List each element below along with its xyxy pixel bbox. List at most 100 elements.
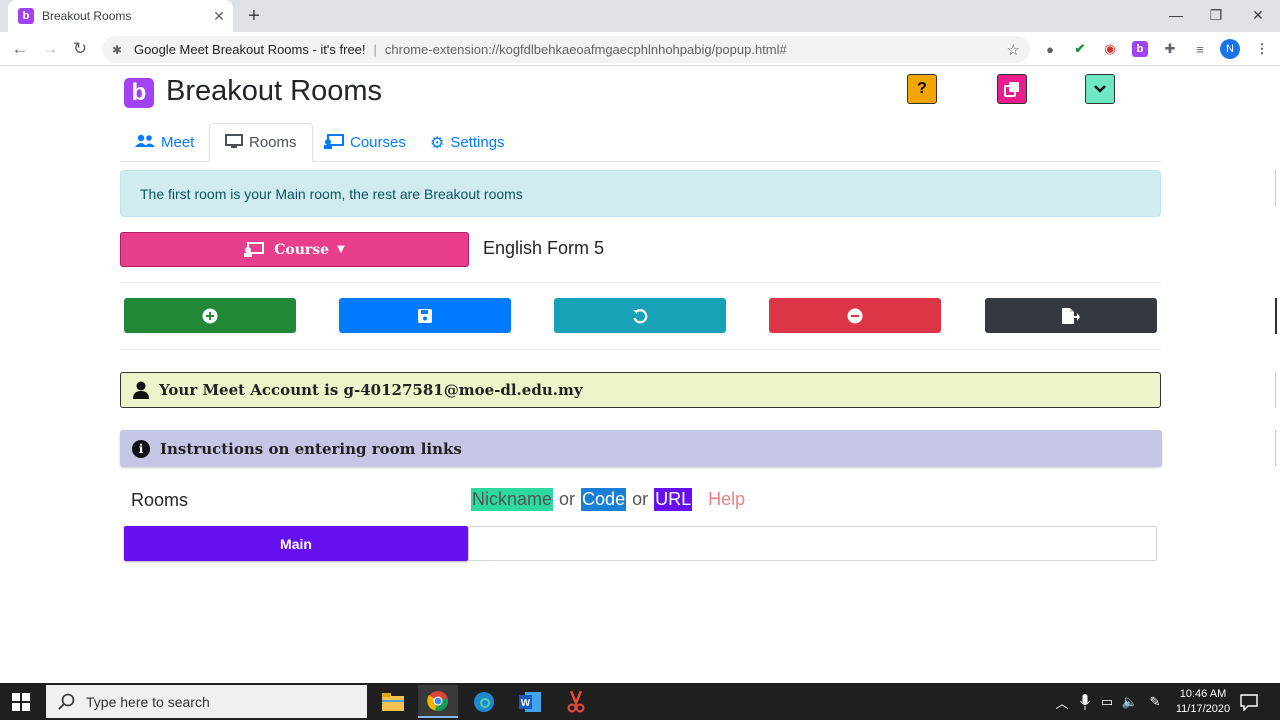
extension-popup: b Breakout Rooms ? Meet Rooms Courses ⚙ … — [0, 66, 1280, 683]
search-placeholder: Type here to search — [86, 693, 210, 710]
help-button[interactable]: ? — [907, 74, 937, 104]
chevron-down-icon — [1094, 85, 1106, 93]
svg-text:W: W — [521, 698, 531, 709]
chrome-menu-icon[interactable]: ⋮ — [1253, 40, 1271, 58]
help-link[interactable]: Help — [708, 489, 745, 510]
nickname-chip: Nickname — [471, 488, 554, 511]
search-icon — [58, 693, 75, 710]
address-bar[interactable]: ✱ Google Meet Breakout Rooms - it's free… — [102, 36, 1030, 63]
or-text: or — [632, 489, 649, 509]
instructions-text: Instructions on entering room links — [160, 439, 462, 458]
gear-icon: ⚙ — [430, 134, 445, 152]
clock-time: 10:46 AM — [1179, 688, 1227, 700]
main-room-button[interactable]: Main — [124, 526, 468, 561]
new-tab-button[interactable]: + — [243, 5, 265, 27]
forward-icon[interactable]: → — [39, 38, 61, 60]
info-alert: The first room is your Main room, the re… — [120, 170, 1161, 217]
account-text: Your Meet Account is g-40127581@moe-dl.e… — [159, 381, 583, 399]
rooms-label: Rooms — [131, 490, 189, 510]
file-explorer-icon[interactable] — [373, 685, 413, 718]
tab-label: Meet — [161, 134, 195, 151]
volume-icon[interactable]: 🔈 — [1121, 693, 1139, 711]
main-room-label: Main — [280, 535, 312, 552]
selected-course: English Form 5 — [483, 238, 605, 258]
restore-icon[interactable]: ❐ — [1196, 4, 1236, 26]
chalkboard-teacher-icon — [244, 242, 265, 257]
plus-circle-icon — [202, 308, 218, 323]
extensions-puzzle-icon[interactable]: ✚ — [1161, 40, 1179, 58]
chrome-taskbar-icon[interactable] — [418, 685, 458, 718]
checkmark-extension-icon[interactable]: ✔ — [1071, 40, 1089, 58]
save-button[interactable] — [339, 298, 511, 333]
minus-circle-icon — [847, 308, 863, 323]
caret-down-icon: ▼ — [337, 244, 345, 255]
pen-icon[interactable]: ✎ — [1146, 693, 1164, 711]
course-button-label: Course — [274, 241, 330, 258]
nav-tabs: Meet Rooms Courses ⚙ Settings — [120, 123, 1161, 162]
divider — [120, 282, 1161, 283]
url-text: chrome-extension://kogfdlbehkaeoafmgaecp… — [384, 42, 787, 57]
clone-icon — [1004, 82, 1019, 97]
add-room-button[interactable] — [124, 298, 296, 333]
puzzle-icon: ✱ — [112, 42, 123, 57]
scrollbar-track[interactable] — [1275, 430, 1280, 466]
browser-tab[interactable]: b Breakout Rooms ✕ — [8, 0, 233, 32]
word-icon[interactable]: W — [510, 685, 550, 718]
battery-icon[interactable]: ▭ — [1098, 693, 1116, 711]
breakout-rooms-extension-icon[interactable]: b — [1131, 40, 1149, 58]
export-button[interactable] — [985, 298, 1157, 333]
notifications-icon[interactable] — [1240, 693, 1258, 711]
clock-date: 11/17/2020 — [1175, 703, 1231, 715]
show-hidden-icons-chevron-up-icon[interactable]: ︿ — [1053, 693, 1071, 711]
remove-room-button[interactable] — [769, 298, 941, 333]
tab-settings[interactable]: ⚙ Settings — [415, 123, 520, 162]
room-link-legend: Nickname or Code or URL Help — [471, 488, 745, 511]
minimize-icon[interactable]: — — [1156, 4, 1196, 26]
reading-list-icon[interactable]: ≡ — [1191, 40, 1209, 58]
profile-avatar[interactable]: N — [1220, 39, 1240, 59]
course-dropdown-button[interactable]: Course ▼ — [120, 232, 469, 267]
scrollbar-track[interactable] — [1275, 372, 1280, 408]
close-window-icon[interactable]: ✕ — [1238, 4, 1278, 26]
bookmark-star-icon[interactable]: ☆ — [1007, 41, 1020, 59]
or-text: or — [559, 489, 576, 509]
edge-icon[interactable] — [464, 685, 504, 718]
extension-icon[interactable]: ● — [1041, 40, 1059, 58]
site-name: Google Meet Breakout Rooms - it's free! — [134, 42, 366, 57]
main-room-link-input[interactable] — [468, 526, 1157, 561]
snipping-tool-icon[interactable] — [556, 685, 596, 718]
save-icon — [418, 308, 432, 323]
windows-taskbar: Type here to search W ︿ ▭ 🔈 ✎ 10:46 AM 1… — [0, 683, 1280, 720]
taskbar-search-box[interactable]: Type here to search — [46, 685, 367, 718]
red-extension-icon[interactable]: ◉ — [1101, 40, 1119, 58]
instructions-toggle[interactable]: i Instructions on entering room links — [120, 430, 1162, 467]
tab-label: Rooms — [249, 134, 297, 151]
back-icon[interactable]: ← — [9, 38, 31, 60]
page-title: Breakout Rooms — [166, 75, 382, 107]
user-icon — [133, 381, 149, 399]
app-logo: b — [124, 78, 154, 108]
question-icon: ? — [917, 80, 927, 97]
system-clock[interactable]: 10:46 AM 11/17/2020 — [1166, 687, 1240, 717]
tab-rooms[interactable]: Rooms — [209, 123, 313, 162]
collapse-button[interactable] — [1085, 74, 1115, 104]
chalkboard-teacher-icon — [324, 133, 344, 152]
tab-courses[interactable]: Courses — [309, 123, 421, 162]
close-tab-icon[interactable]: ✕ — [211, 8, 227, 24]
meet-account-banner: Your Meet Account is g-40127581@moe-dl.e… — [120, 372, 1161, 408]
reset-button[interactable] — [554, 298, 726, 333]
tab-meet[interactable]: Meet — [120, 123, 209, 162]
breakout-rooms-favicon-icon: b — [18, 8, 34, 24]
browser-tab-strip: b Breakout Rooms ✕ + — ❐ ✕ — [0, 0, 1280, 32]
desktop-icon — [225, 133, 243, 152]
url-chip: URL — [654, 488, 693, 511]
windows-start-icon[interactable] — [12, 693, 30, 711]
popout-button[interactable] — [997, 74, 1027, 104]
info-text: The first room is your Main room, the re… — [140, 185, 523, 202]
scrollbar-track[interactable] — [1275, 298, 1280, 334]
microphone-icon[interactable] — [1076, 693, 1094, 711]
scrollbar-track[interactable] — [1275, 170, 1280, 206]
tab-title: Breakout Rooms — [42, 9, 132, 23]
code-chip: Code — [581, 488, 627, 511]
reload-icon[interactable]: ↻ — [69, 38, 91, 60]
